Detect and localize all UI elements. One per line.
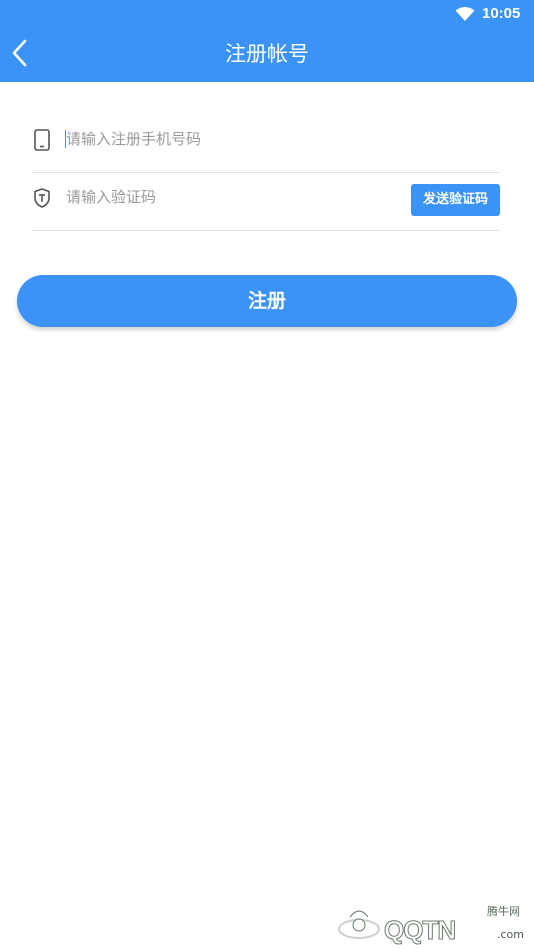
- register-button[interactable]: 注册: [17, 275, 517, 327]
- app-bar: 10:05 注册帐号: [0, 0, 534, 82]
- phone-input[interactable]: [66, 124, 406, 154]
- code-row: 发送验证码: [32, 172, 500, 231]
- shield-icon: [34, 188, 50, 208]
- watermark-domain: .com: [497, 928, 524, 941]
- register-screen: 10:05 注册帐号 发送验证码 注册 腾牛网 QQTN: [0, 0, 534, 949]
- verification-code-input[interactable]: [66, 182, 406, 212]
- status-bar: 10:05: [0, 0, 534, 28]
- watermark: 腾牛网 QQTN .com: [336, 895, 532, 946]
- watermark-cn-text: 腾牛网: [487, 905, 520, 918]
- watermark-brand: QQTN: [383, 915, 456, 946]
- send-code-button[interactable]: 发送验证码: [411, 184, 500, 216]
- phone-row: [32, 114, 500, 173]
- page-title: 注册帐号: [225, 42, 309, 66]
- status-time: 10:05: [482, 5, 521, 22]
- wifi-icon: [455, 7, 475, 21]
- phone-icon: [34, 129, 50, 151]
- qqtn-logo-icon: [338, 909, 380, 939]
